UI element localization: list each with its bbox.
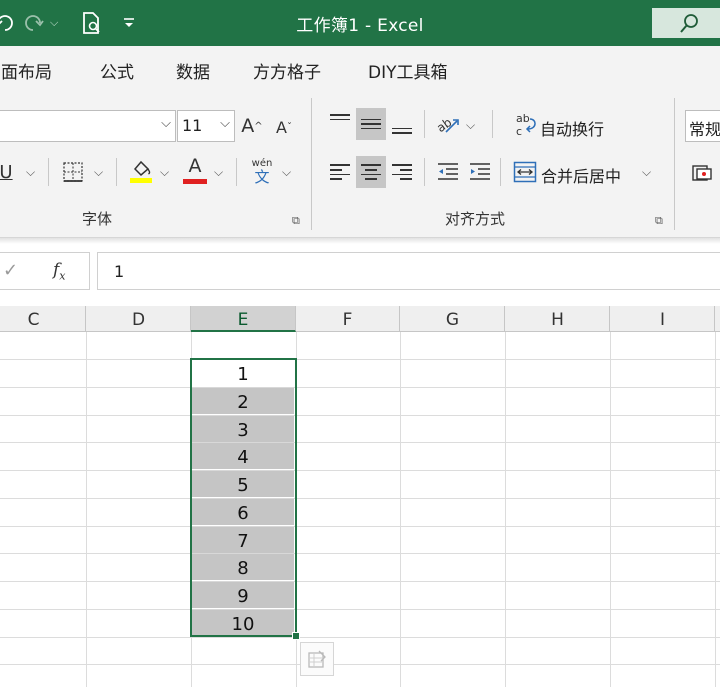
align-right-icon[interactable] bbox=[388, 156, 416, 188]
increase-indent-icon[interactable] bbox=[466, 156, 494, 188]
decrease-indent-icon[interactable] bbox=[434, 156, 462, 188]
chevron-down-icon: ⌵ bbox=[161, 116, 171, 131]
gridline bbox=[0, 526, 720, 527]
divider bbox=[424, 158, 425, 186]
gridline bbox=[0, 470, 720, 471]
chevron-down-icon[interactable]: ⌵ bbox=[466, 118, 475, 133]
underline-icon[interactable]: U bbox=[0, 158, 16, 186]
number-format-value: 常规 bbox=[689, 120, 720, 139]
gridline bbox=[0, 387, 720, 388]
decrease-font-size-icon[interactable]: Aˇ bbox=[272, 114, 296, 140]
chevron-down-icon[interactable]: ⌵ bbox=[160, 165, 169, 180]
fill-handle[interactable] bbox=[292, 632, 300, 640]
svg-text:ab: ab bbox=[434, 115, 454, 135]
tab-fangfang[interactable]: 方方格子 bbox=[253, 58, 321, 83]
gridline bbox=[0, 581, 720, 582]
gridline bbox=[0, 553, 720, 554]
quick-analysis-icon bbox=[308, 650, 326, 668]
gridline bbox=[0, 664, 720, 665]
gridline bbox=[505, 332, 506, 687]
phonetic-label: wén bbox=[251, 157, 273, 169]
column-header-f[interactable]: F bbox=[296, 306, 400, 332]
accounting-format-icon[interactable] bbox=[690, 160, 716, 186]
column-header-row: C D E F G H I bbox=[0, 306, 720, 332]
column-header-d[interactable]: D bbox=[87, 306, 191, 332]
tab-diy-toolbox[interactable]: DIY工具箱 bbox=[368, 58, 448, 83]
number-format-select[interactable]: 常规 bbox=[685, 110, 720, 142]
chevron-down-icon[interactable]: ⌵ bbox=[26, 165, 35, 180]
column-header-h[interactable]: H bbox=[506, 306, 610, 332]
gridline bbox=[0, 415, 720, 416]
column-header-c[interactable]: C bbox=[0, 306, 86, 332]
dialog-launcher-icon[interactable]: ⧉ bbox=[655, 214, 663, 228]
chevron-down-icon[interactable]: ⌵ bbox=[282, 165, 291, 180]
ribbon: ⌵ 11 ⌵ A ^ Aˇ U ⌵ ⌵ ⌵ A ⌵ wén 文 ⌵ 字体 ⧉ ab … bbox=[0, 92, 720, 238]
middle-align-icon[interactable] bbox=[356, 108, 386, 140]
column-header-i[interactable]: I bbox=[611, 306, 715, 332]
font-size-value: 11 bbox=[182, 116, 203, 135]
font-size-select[interactable]: 11 ⌵ bbox=[177, 110, 235, 142]
quick-analysis-button[interactable] bbox=[300, 642, 334, 676]
orientation-icon[interactable]: ab bbox=[432, 108, 462, 140]
divider bbox=[116, 158, 117, 186]
chevron-down-icon[interactable]: ⌵ bbox=[214, 165, 223, 180]
gridline bbox=[610, 332, 611, 687]
tab-data[interactable]: 数据 bbox=[176, 58, 210, 83]
formula-bar: ✓ fx 1 bbox=[0, 244, 720, 302]
align-center-icon[interactable] bbox=[356, 156, 386, 188]
divider bbox=[492, 110, 493, 138]
font-color-icon[interactable]: A bbox=[182, 154, 208, 186]
gridline bbox=[0, 609, 720, 610]
gridline bbox=[0, 498, 720, 499]
insert-function-icon[interactable]: fx bbox=[53, 260, 66, 282]
selection-border bbox=[190, 358, 297, 637]
worksheet-grid[interactable]: C D E F G H I 1 2 3 4 5 6 7 8 9 10 bbox=[0, 306, 720, 687]
chevron-down-icon[interactable]: ⌵ bbox=[642, 165, 651, 180]
increase-font-size-icon[interactable]: A ^ bbox=[240, 112, 264, 140]
group-label-alignment: 对齐方式 bbox=[445, 210, 506, 228]
window-title: 工作簿1 - Excel bbox=[296, 16, 424, 36]
formula-bar-buttons: ✓ fx bbox=[0, 252, 90, 290]
divider bbox=[500, 158, 501, 186]
divider bbox=[48, 158, 49, 186]
phonetic-guide-icon[interactable]: wén 文 bbox=[248, 156, 276, 186]
fill-color-icon[interactable] bbox=[128, 156, 154, 186]
gridline bbox=[400, 332, 401, 687]
ribbon-tabs: 页面布局 公式 数据 方方格子 DIY工具箱 bbox=[0, 46, 720, 92]
column-header-g[interactable]: G bbox=[401, 306, 505, 332]
bottom-align-icon[interactable] bbox=[388, 108, 416, 140]
merge-center-label[interactable]: 合并后居中 bbox=[541, 163, 621, 187]
search-icon bbox=[680, 14, 698, 33]
chevron-down-icon: ⌵ bbox=[220, 116, 230, 131]
wrap-text-label[interactable]: 自动换行 bbox=[540, 116, 604, 140]
merge-center-icon[interactable] bbox=[512, 158, 538, 186]
gridline bbox=[0, 637, 720, 638]
dialog-launcher-icon[interactable]: ⧉ bbox=[292, 214, 300, 228]
tab-page-layout[interactable]: 页面布局 bbox=[0, 58, 52, 83]
align-left-icon[interactable] bbox=[326, 156, 354, 188]
tab-formulas[interactable]: 公式 bbox=[100, 58, 134, 83]
gridline bbox=[0, 442, 720, 443]
wrap-text-icon[interactable]: ab c bbox=[514, 110, 538, 138]
group-label-font: 字体 bbox=[82, 210, 113, 228]
title-bar: ⌵ 工作簿1 - Excel bbox=[0, 0, 720, 46]
check-icon[interactable]: ✓ bbox=[3, 260, 18, 281]
gridline bbox=[0, 359, 720, 360]
phonetic-char: 文 bbox=[254, 167, 270, 186]
divider bbox=[236, 158, 237, 186]
group-divider bbox=[311, 98, 312, 230]
group-divider bbox=[674, 98, 675, 230]
chevron-down-icon[interactable]: ⌵ bbox=[94, 165, 103, 180]
font-name-select[interactable]: ⌵ bbox=[0, 110, 176, 142]
svg-text:ab: ab bbox=[516, 112, 530, 125]
gridline bbox=[715, 332, 716, 687]
gridline bbox=[86, 332, 87, 687]
top-align-icon[interactable] bbox=[326, 108, 354, 140]
search-box[interactable] bbox=[652, 8, 720, 38]
borders-icon[interactable] bbox=[60, 158, 86, 186]
column-header-e[interactable]: E bbox=[191, 306, 296, 332]
formula-input[interactable]: 1 bbox=[97, 252, 720, 290]
svg-text:c: c bbox=[516, 125, 522, 137]
divider bbox=[424, 110, 425, 138]
